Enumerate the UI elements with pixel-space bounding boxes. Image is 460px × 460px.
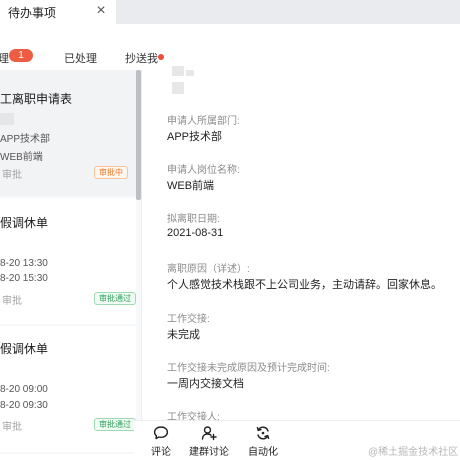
list-item-meta: 审批	[2, 422, 22, 433]
list-item-title: 工离职申请表	[0, 92, 73, 106]
subtab-bar: 理 1 已处理 抄送我	[0, 24, 460, 70]
field-value: 2021-08-31	[167, 227, 224, 239]
list-item-line: 8-20 15:30	[0, 273, 48, 284]
pending-count-badge: 1	[9, 49, 33, 62]
unread-dot	[158, 54, 164, 60]
list-item[interactable]: 工离职申请表 APP技术部 WEB前端 审批 审批中	[0, 70, 136, 196]
tab-processed[interactable]: 已处理	[64, 50, 97, 66]
list-item-line: 8-20 13:30	[0, 258, 48, 269]
list-item-line: WEB前端	[0, 152, 43, 163]
field-value: 未完成	[167, 329, 200, 341]
tab-cc-me[interactable]: 抄送我	[125, 50, 158, 66]
automation-label: 自动化	[248, 447, 278, 458]
list-item-title: 假调休单	[0, 342, 49, 356]
window-tab-title: 待办事项	[8, 6, 57, 20]
status-badge: 审批通过	[94, 418, 136, 431]
comment-icon	[153, 426, 169, 440]
list-item[interactable]: 假调休单 8-20 13:30 8-20 15:30 审批 审批通过	[0, 198, 136, 324]
field-value: 个人感觉技术栈跟不上公司业务，主动请辞。回家休息。	[167, 279, 442, 291]
field-value: WEB前端	[167, 180, 215, 192]
status-badge: 审批通过	[94, 292, 136, 305]
list-item-meta: 审批	[2, 296, 22, 307]
list-item-title: 假调休单	[0, 216, 49, 230]
field-label: 工作交接未完成原因及预计完成时间:	[167, 363, 330, 374]
window-tab-bar: 待办事项 ×	[0, 0, 460, 24]
field-label: 离职原因（详述）:	[167, 264, 250, 275]
blurred-text	[186, 70, 194, 76]
add-group-icon	[201, 426, 217, 441]
blurred-text	[172, 82, 184, 94]
comment-button[interactable]: 评论	[136, 425, 186, 458]
create-group-label: 建群讨论	[189, 447, 229, 458]
automation-button[interactable]: 自动化	[238, 425, 288, 458]
comment-label: 评论	[151, 447, 171, 458]
avatar	[0, 113, 14, 125]
close-icon[interactable]: ×	[93, 2, 109, 20]
list-item[interactable]	[0, 454, 136, 460]
field-value: 一周内交接文档	[167, 378, 244, 390]
approval-list: 工离职申请表 APP技术部 WEB前端 审批 审批中 假调休单 8-20 13:…	[0, 70, 142, 460]
list-item[interactable]: 假调休单 8-20 09:00 8-20 09:30 审批 审批通过	[0, 326, 136, 452]
field-label: 工作交接:	[167, 314, 210, 325]
refresh-icon	[256, 426, 270, 440]
field-value: APP技术部	[167, 131, 223, 143]
create-group-button[interactable]: 建群讨论	[184, 425, 234, 458]
list-scrollbar[interactable]	[136, 70, 141, 200]
field-label: 拟离职日期:	[167, 214, 220, 225]
list-item-line: APP技术部	[0, 134, 51, 145]
blurred-text	[172, 66, 184, 76]
list-item-line: 8-20 09:30	[0, 400, 48, 411]
status-badge: 审批中	[94, 166, 128, 179]
watermark: @稀土掘金技术社区	[368, 447, 459, 458]
detail-panel: 申请人所属部门: APP技术部 申请人岗位名称: WEB前端 拟离职日期: 20…	[150, 66, 460, 460]
list-item-meta: 审批	[2, 170, 22, 181]
field-label: 申请人所属部门:	[167, 116, 240, 127]
tab-pending[interactable]: 理	[0, 50, 9, 66]
window-tab-todo[interactable]: 待办事项 ×	[0, 0, 116, 24]
list-item-line: 8-20 09:00	[0, 384, 48, 395]
field-label: 申请人岗位名称:	[167, 165, 240, 176]
